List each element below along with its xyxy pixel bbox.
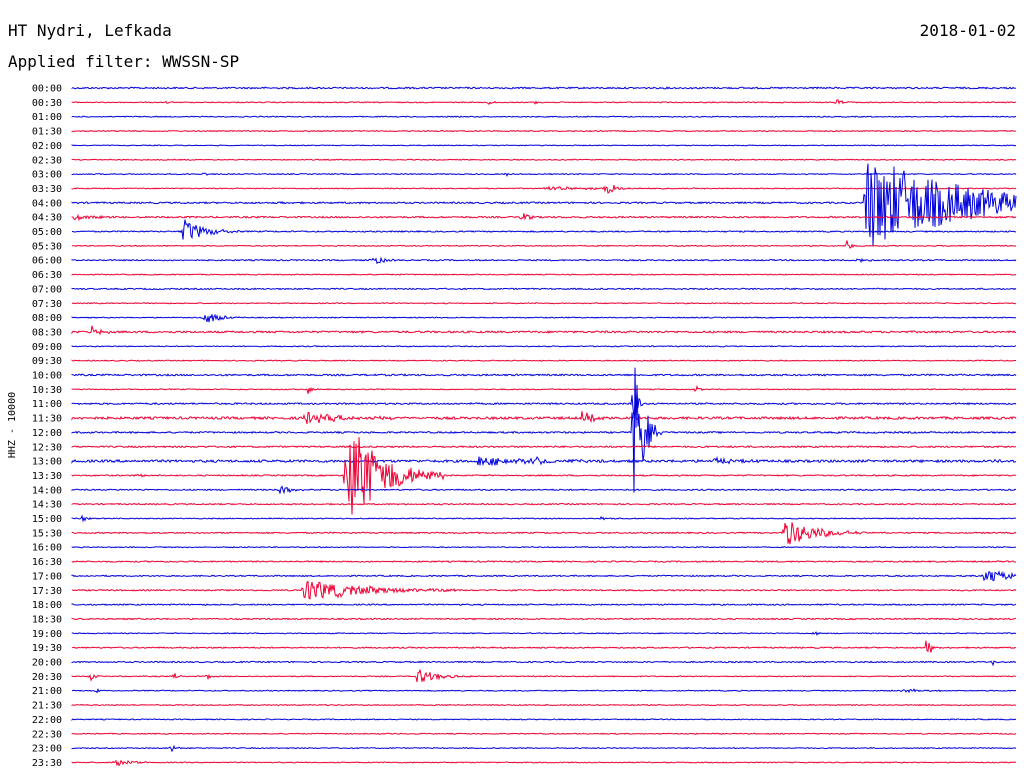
trace-line: [71, 485, 1017, 495]
trace-line: [71, 570, 1017, 582]
row-time-label: 00:00: [32, 84, 62, 95]
row-time-label: 05:30: [32, 241, 62, 252]
row-time-label: 21:00: [32, 686, 62, 697]
trace-line: [71, 640, 1017, 653]
row-time-label: 01:00: [32, 112, 62, 123]
row-time-label: 19:00: [32, 629, 62, 640]
trace-line: [71, 373, 1017, 377]
row-time-label: 23:30: [32, 758, 62, 769]
trace-line: [71, 392, 1017, 419]
row-time-label: 08:30: [32, 327, 62, 338]
trace-line: [71, 367, 1017, 493]
trace-line: [71, 99, 1017, 106]
row-time-label: 16:30: [32, 557, 62, 568]
row-time-label: 13:30: [32, 471, 62, 482]
trace-line: [71, 631, 1017, 636]
row-time-label: 10:30: [32, 385, 62, 396]
trace-line: [71, 437, 1017, 515]
trace-line: [71, 445, 1017, 449]
trace-line: [71, 256, 1017, 265]
row-time-label: 13:00: [32, 457, 62, 468]
trace-line: [71, 384, 1017, 394]
row-time-label: 02:30: [32, 155, 62, 166]
row-time-label: 15:30: [32, 528, 62, 539]
row-time-label: 07:30: [32, 299, 62, 310]
row-time-label: 01:30: [32, 127, 62, 138]
row-time-label: 09:30: [32, 356, 62, 367]
row-time-label: 03:30: [32, 184, 62, 195]
trace-line: [71, 660, 1017, 667]
row-time-label: 19:30: [32, 643, 62, 654]
row-time-label: 05:00: [32, 227, 62, 238]
trace-line: [71, 158, 1016, 161]
trace-line: [71, 514, 1017, 523]
trace-line: [71, 603, 1017, 606]
row-time-label: 11:30: [32, 414, 62, 425]
row-time-label: 12:30: [32, 442, 62, 453]
row-time-label: 12:00: [32, 428, 62, 439]
row-time-label: 17:00: [32, 571, 62, 582]
trace-line: [71, 732, 1017, 735]
trace-line: [71, 86, 1017, 90]
trace-line: [71, 546, 1017, 549]
seismogram-plot: HHZ - 10000 00:00 00:30 01:00 01:30 02:00 02:…: [7, 84, 1017, 769]
trace-line: [71, 325, 1016, 336]
y-axis-label: HHZ - 10000: [7, 392, 18, 458]
row-time-label: 03:00: [32, 170, 62, 181]
row-time-label: 14:30: [32, 500, 62, 511]
trace-line: [71, 522, 1017, 545]
trace-line: [71, 273, 1017, 276]
trace-line: [71, 313, 1017, 323]
row-time-label: 18:30: [32, 614, 62, 625]
row-time-label: 04:00: [32, 198, 62, 209]
row-time-label: 10:00: [32, 371, 62, 382]
row-time-label: 02:00: [32, 141, 62, 152]
row-time-label: 22:30: [32, 729, 62, 740]
trace-line: [71, 580, 1017, 600]
trace-line: [71, 456, 1017, 467]
row-time-label: 16:00: [32, 543, 62, 554]
row-time-label: 15:00: [32, 514, 62, 525]
trace-line: [71, 345, 1017, 348]
trace-line: [71, 240, 1017, 249]
row-time-label: 14:00: [32, 485, 62, 496]
row-time-label: 20:00: [32, 658, 62, 669]
row-time-label: 21:30: [32, 701, 62, 712]
trace-line: [71, 302, 1017, 305]
trace-line: [71, 129, 1017, 133]
row-time-label: 11:00: [32, 399, 62, 410]
row-time-label: 18:00: [32, 600, 62, 611]
trace-line: [71, 502, 1017, 506]
trace-rows: 00:00 00:30 01:00 01:30 02:00 02:30 03:00 03:30…: [32, 84, 1017, 769]
trace-line: [71, 759, 1017, 767]
trace-line: [71, 359, 1016, 362]
trace-line: [71, 560, 1017, 563]
row-time-label: 06:30: [32, 270, 62, 281]
trace-line: [71, 703, 1017, 707]
trace-line: [71, 718, 1017, 722]
row-time-label: 07:00: [32, 284, 62, 295]
trace-line: [71, 287, 1017, 291]
row-time-label: 04:30: [32, 213, 62, 224]
row-time-label: 00:30: [32, 98, 62, 109]
trace-line: [71, 744, 1017, 753]
row-time-label: 09:00: [32, 342, 62, 353]
trace-line: [71, 669, 1017, 683]
trace-line: [71, 617, 1017, 621]
trace-line: [71, 144, 1017, 147]
row-time-label: 22:00: [32, 715, 62, 726]
row-time-label: 06:00: [32, 256, 62, 267]
trace-line: [72, 219, 1017, 240]
trace-line: [71, 688, 1017, 694]
row-time-label: 20:30: [32, 672, 62, 683]
trace-line: [71, 411, 1017, 425]
row-time-label: 23:00: [32, 744, 62, 755]
trace-line: [71, 115, 1017, 118]
row-time-label: 17:30: [32, 586, 62, 597]
row-time-label: 08:00: [32, 313, 62, 324]
